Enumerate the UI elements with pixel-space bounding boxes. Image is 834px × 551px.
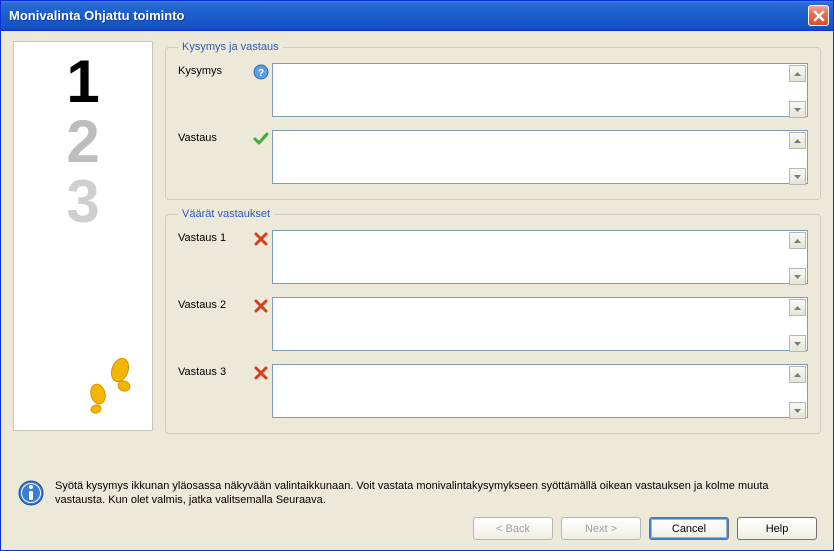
- wrong3-textarea[interactable]: [272, 364, 808, 418]
- group-qa-legend: Kysymys ja vastaus: [178, 41, 283, 53]
- answer-textarea[interactable]: [272, 130, 808, 184]
- close-icon: [813, 10, 825, 22]
- spin-up-icon: [794, 139, 801, 143]
- wrong1-spin: [789, 232, 806, 285]
- number-3-glyph: 3: [66, 172, 99, 232]
- footprints-icon: [74, 354, 144, 424]
- label-answer: Vastaus: [178, 130, 250, 144]
- wrong1-textarea[interactable]: [272, 230, 808, 284]
- question-icon: ?: [250, 63, 272, 80]
- cross-icon: [250, 297, 272, 314]
- wrong3-spin-up[interactable]: [789, 366, 806, 383]
- main-row: 1 2 3 Kysymys ja vastaus: [13, 41, 821, 471]
- wrong2-textarea[interactable]: [272, 297, 808, 351]
- wrong1-spin-up[interactable]: [789, 232, 806, 249]
- wizard-side-image: 1 2 3: [13, 41, 153, 431]
- question-input-wrap: [272, 63, 808, 120]
- wrong2-spin: [789, 299, 806, 352]
- fields-column: Kysymys ja vastaus Kysymys ?: [165, 41, 821, 471]
- wrong3-spin: [789, 366, 806, 419]
- wrong2-spin-up[interactable]: [789, 299, 806, 316]
- answer-spin-down[interactable]: [789, 168, 806, 185]
- wrong1-input-wrap: [272, 230, 808, 287]
- spin-up-icon: [794, 306, 801, 310]
- row-answer: Vastaus: [178, 130, 808, 187]
- group-question-answer: Kysymys ja vastaus Kysymys ?: [165, 41, 821, 200]
- question-textarea[interactable]: [272, 63, 808, 117]
- answer-spin: [789, 132, 806, 185]
- wizard-buttons: < Back Next > Cancel Help: [13, 513, 821, 540]
- spin-up-icon: [794, 239, 801, 243]
- spin-down-icon: [794, 342, 801, 346]
- cross-icon: [250, 230, 272, 247]
- cancel-button[interactable]: Cancel: [649, 517, 729, 540]
- number-stack: 1 2 3: [66, 52, 99, 232]
- spin-up-icon: [794, 72, 801, 76]
- question-spin-down[interactable]: [789, 101, 806, 118]
- question-spin: [789, 65, 806, 118]
- row-wrong-1: Vastaus 1: [178, 230, 808, 287]
- wrong3-input-wrap: [272, 364, 808, 421]
- question-spin-up[interactable]: [789, 65, 806, 82]
- titlebar: Monivalinta Ohjattu toiminto: [1, 1, 833, 31]
- label-question: Kysymys: [178, 63, 250, 77]
- spin-up-icon: [794, 373, 801, 377]
- info-icon: [17, 479, 45, 507]
- spin-down-icon: [794, 275, 801, 279]
- wrong1-spin-down[interactable]: [789, 268, 806, 285]
- wrong3-spin-down[interactable]: [789, 402, 806, 419]
- label-wrong-1: Vastaus 1: [178, 230, 250, 244]
- number-2-glyph: 2: [66, 112, 99, 172]
- spin-down-icon: [794, 409, 801, 413]
- row-wrong-3: Vastaus 3: [178, 364, 808, 421]
- wrong2-input-wrap: [272, 297, 808, 354]
- checkmark-icon: [250, 130, 272, 147]
- info-text: Syötä kysymys ikkunan yläosassa näkyvään…: [55, 479, 817, 507]
- spin-down-icon: [794, 175, 801, 179]
- answer-spin-up[interactable]: [789, 132, 806, 149]
- info-row: Syötä kysymys ikkunan yläosassa näkyvään…: [13, 471, 821, 513]
- back-button[interactable]: < Back: [473, 517, 553, 540]
- window-title: Monivalinta Ohjattu toiminto: [9, 8, 808, 23]
- next-button[interactable]: Next >: [561, 517, 641, 540]
- group-wrong-legend: Väärät vastaukset: [178, 208, 274, 220]
- cross-icon: [250, 364, 272, 381]
- close-button[interactable]: [808, 5, 829, 26]
- row-wrong-2: Vastaus 2: [178, 297, 808, 354]
- number-1-glyph: 1: [66, 52, 99, 112]
- answer-input-wrap: [272, 130, 808, 187]
- spin-down-icon: [794, 108, 801, 112]
- client-area: 1 2 3 Kysymys ja vastaus: [1, 31, 833, 550]
- group-wrong-answers: Väärät vastaukset Vastaus 1: [165, 208, 821, 434]
- wrong2-spin-down[interactable]: [789, 335, 806, 352]
- label-wrong-3: Vastaus 3: [178, 364, 250, 378]
- label-wrong-2: Vastaus 2: [178, 297, 250, 311]
- svg-text:?: ?: [258, 68, 264, 79]
- wizard-window: Monivalinta Ohjattu toiminto 1 2 3: [0, 0, 834, 551]
- row-question: Kysymys ?: [178, 63, 808, 120]
- help-button[interactable]: Help: [737, 517, 817, 540]
